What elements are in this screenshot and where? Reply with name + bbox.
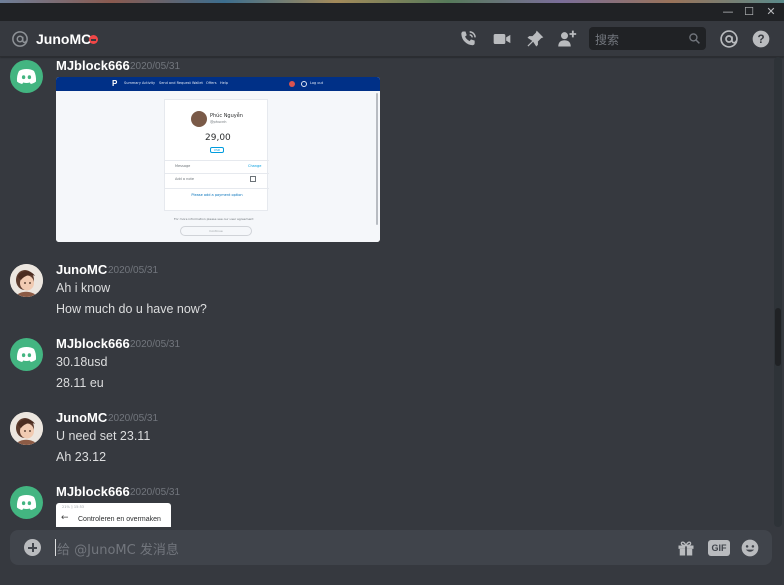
message-input[interactable]: 给 @JunoMC 发消息 — [57, 539, 179, 558]
logout-link: Log out — [310, 81, 324, 85]
avatar[interactable] — [10, 338, 43, 371]
avatar[interactable] — [10, 60, 43, 93]
message-text: Ah 23.12 — [56, 450, 107, 464]
dnd-status-icon — [89, 35, 98, 44]
gift-icon[interactable] — [676, 538, 696, 558]
recipient-handle: @phucnh — [210, 120, 227, 124]
note-label: Add a note — [175, 177, 195, 181]
search-icon — [689, 33, 700, 44]
message-list[interactable]: MJblock666 2020/05/31 P Summary Activity… — [0, 57, 784, 527]
recipient-avatar — [191, 111, 207, 127]
mention-icon[interactable] — [719, 29, 739, 49]
avatar[interactable] — [10, 412, 43, 445]
discord-logo-icon — [16, 347, 37, 362]
user-photo-icon — [10, 412, 43, 445]
message-group: MJblock666 2020/05/31 30.18usd 28.11 eu — [0, 336, 770, 401]
scrollbar-thumb[interactable] — [775, 308, 781, 366]
message-author[interactable]: MJblock666 — [56, 336, 130, 351]
avatar[interactable] — [10, 264, 43, 297]
help-icon[interactable]: ? — [751, 29, 771, 49]
scrollbar-track[interactable] — [774, 57, 782, 527]
gif-icon[interactable]: GIF — [708, 540, 730, 556]
message-timestamp: 2020/05/31 — [130, 61, 181, 72]
continue-button: Continue — [180, 226, 252, 236]
message-timestamp: 2020/05/31 — [108, 265, 159, 276]
footer-note: For more information please see our user… — [174, 217, 254, 221]
notification-dot — [289, 81, 295, 87]
message-composer[interactable]: 给 @JunoMC 发消息 GIF — [10, 530, 772, 565]
message-text: Ah i know — [56, 281, 111, 295]
add-friend-icon[interactable] — [557, 29, 577, 49]
back-arrow-icon: ← — [61, 513, 69, 523]
attachment-title: Controleren en overmaken — [78, 516, 161, 523]
message-text: How much do u have now? — [56, 302, 207, 316]
attachment-scrollbar — [376, 93, 378, 225]
message-author[interactable]: MJblock666 — [56, 484, 130, 499]
message-author[interactable]: JunoMC — [56, 410, 107, 425]
user-photo-icon — [10, 264, 43, 297]
discord-logo-icon — [16, 69, 37, 84]
nav-item: Help — [220, 81, 228, 85]
image-attachment[interactable]: 21% ▯ 15:53 ← Controleren en overmaken — [56, 503, 171, 527]
image-attachment[interactable]: P Summary Activity Send and Request Wall… — [56, 77, 380, 242]
dm-username[interactable]: JunoMC — [36, 31, 91, 47]
minimize-button[interactable]: — — [717, 4, 739, 19]
voice-call-icon[interactable] — [458, 29, 478, 49]
amount: 29,00 — [205, 133, 231, 143]
message-label: Message — [175, 164, 191, 168]
window-titlebar: — ☐ ✕ — [0, 3, 784, 21]
message-group: JunoMC 2020/05/31 U need set 23.11 Ah 23… — [0, 410, 770, 475]
message-text: 30.18usd — [56, 355, 108, 369]
phone-status-bar: 21% ▯ 15:53 — [62, 505, 85, 509]
search-input[interactable]: 搜索 — [589, 27, 706, 50]
paypal-logo: P — [112, 79, 118, 88]
discord-logo-icon — [16, 495, 37, 510]
video-call-icon[interactable] — [492, 29, 512, 49]
emoji-icon[interactable] — [740, 538, 760, 558]
upload-plus-icon[interactable] — [24, 539, 41, 556]
svg-text:?: ? — [757, 33, 764, 46]
payment-card: Phúc Nguyễn @phucnh 29,00 USD Message Ch… — [164, 99, 269, 211]
note-icon — [250, 176, 256, 182]
close-button[interactable]: ✕ — [760, 4, 782, 19]
message-timestamp: 2020/05/31 — [130, 487, 181, 498]
message-text: 28.11 eu — [56, 376, 104, 390]
message-timestamp: 2020/05/31 — [130, 339, 181, 350]
message-group: MJblock666 2020/05/31 21% ▯ 15:53 ← Cont… — [0, 484, 770, 527]
paypal-navbar: P Summary Activity Send and Request Wall… — [56, 77, 380, 91]
at-icon — [12, 31, 28, 47]
currency-pill: USD — [210, 147, 224, 153]
message-group: MJblock666 2020/05/31 P Summary Activity… — [0, 57, 770, 247]
change-link: Change — [248, 164, 262, 168]
message-author[interactable]: JunoMC — [56, 262, 107, 277]
channel-header: JunoMC 搜索 ? — [0, 21, 784, 57]
nav-item: Offers — [206, 81, 217, 85]
avatar[interactable] — [10, 486, 43, 519]
nav-item: Send and Request — [159, 81, 191, 85]
message-author[interactable]: MJblock666 — [56, 58, 130, 73]
message-group: JunoMC 2020/05/31 Ah i know How much do … — [0, 262, 770, 327]
nav-item: Wallet — [192, 81, 203, 85]
pin-icon[interactable] — [525, 29, 545, 49]
text-caret — [55, 539, 56, 556]
recipient-name: Phúc Nguyễn — [210, 113, 243, 119]
search-placeholder: 搜索 — [595, 33, 620, 47]
nav-item: Activity — [142, 81, 156, 85]
message-timestamp: 2020/05/31 — [108, 413, 159, 424]
add-payment-link: Please add a payment option — [191, 193, 243, 197]
nav-item: Summary — [124, 81, 141, 85]
message-text: U need set 23.11 — [56, 429, 151, 443]
settings-icon — [301, 81, 307, 87]
maximize-button[interactable]: ☐ — [738, 4, 760, 19]
